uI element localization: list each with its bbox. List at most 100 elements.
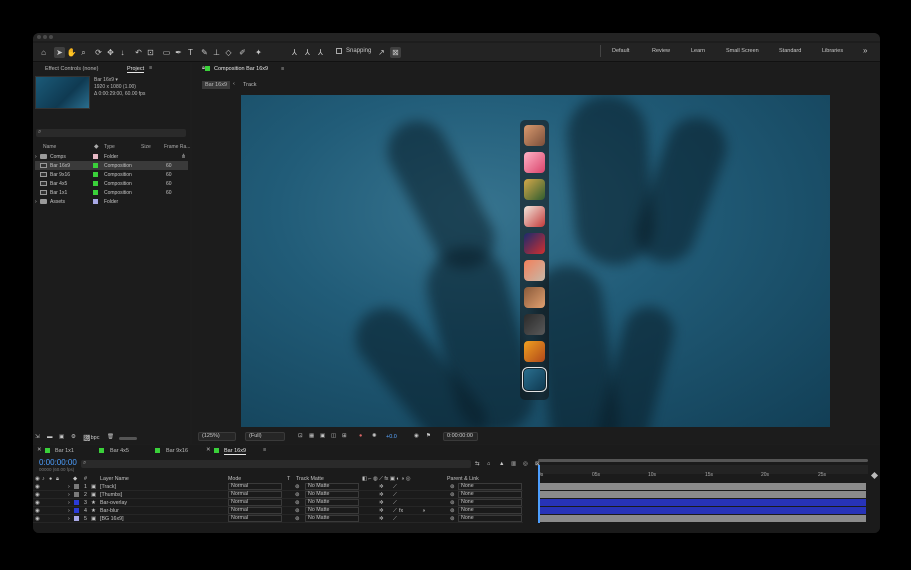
pan-camera-icon[interactable]: ✥ bbox=[105, 47, 116, 58]
solo-switch-icon[interactable]: ● bbox=[49, 476, 52, 482]
snap-features-icon[interactable]: ⊠ bbox=[390, 47, 401, 58]
dock-app-icon[interactable] bbox=[524, 125, 545, 146]
close-tab-icon[interactable]: ✕ bbox=[37, 447, 42, 453]
timeline-tab-bar-1x1[interactable]: Bar 1x1 bbox=[55, 448, 74, 454]
layer-duration-bar[interactable] bbox=[538, 507, 866, 514]
label-tag-icon[interactable]: ◆ bbox=[73, 476, 77, 482]
expand-arrow-icon[interactable]: › bbox=[35, 154, 37, 160]
quality-icon[interactable]: ⟋ bbox=[393, 508, 397, 515]
layer-label-color[interactable] bbox=[74, 492, 79, 497]
panel-menu-icon[interactable]: ≡ bbox=[263, 447, 266, 453]
collapse-icon[interactable]: ✲ bbox=[379, 516, 383, 522]
quality-icon[interactable]: ⟋ bbox=[393, 516, 397, 523]
frame-blending-icon[interactable]: ▥ bbox=[511, 461, 516, 467]
project-item-bar-9x16[interactable]: Bar 9x16 Composition 60 bbox=[35, 170, 188, 179]
roto-brush-tool-icon[interactable]: ✐ bbox=[237, 47, 248, 58]
matte-link-icon[interactable]: ⊚ bbox=[295, 492, 299, 498]
workspace-learn[interactable]: Learn bbox=[691, 48, 705, 54]
interpret-footage-icon[interactable]: ⇲ bbox=[35, 434, 40, 440]
pickwhip-icon[interactable]: ⊚ bbox=[450, 492, 454, 498]
label-color-swatch[interactable] bbox=[93, 172, 98, 177]
video-switch-icon[interactable]: ◉ bbox=[35, 476, 40, 482]
layer-row[interactable]: ◉ › 5 ▣ [BG 16x9] Normal ⊚ No Matte ✲ ⟋ … bbox=[33, 515, 523, 523]
eye-icon[interactable]: ◉ bbox=[35, 500, 40, 506]
fast-previews-icon[interactable]: ⊡ bbox=[298, 433, 303, 439]
switches-header-icon[interactable]: ◧ ⌐ ◍ ⟋ fx ▣ ◐ ◑ ◎ bbox=[362, 476, 410, 483]
collapse-icon[interactable]: ✲ bbox=[379, 508, 383, 514]
minimize-window-button[interactable] bbox=[43, 35, 47, 39]
expand-arrow-icon[interactable]: › bbox=[68, 484, 70, 490]
type-tool-icon[interactable]: T bbox=[185, 47, 196, 58]
track-matte-dropdown[interactable]: No Matte bbox=[305, 491, 359, 498]
rotate-tool-icon[interactable]: ↶ bbox=[133, 47, 144, 58]
timeline-tab-bar-9x16[interactable]: Bar 9x16 bbox=[166, 448, 188, 454]
clone-stamp-tool-icon[interactable]: ⊥ bbox=[211, 47, 222, 58]
adjust-settings-icon[interactable]: ⚙ bbox=[71, 434, 76, 440]
layer-label-color[interactable] bbox=[74, 508, 79, 513]
layer-name[interactable]: [Thumbs] bbox=[100, 492, 122, 498]
project-item-assets[interactable]: › Assets Folder bbox=[35, 197, 188, 206]
fx-icon[interactable]: fx bbox=[399, 508, 403, 514]
timeline-timecode[interactable]: 0:00:00:00 bbox=[39, 458, 77, 467]
new-folder-icon[interactable]: ▬ bbox=[47, 434, 53, 440]
blend-mode-dropdown[interactable]: Normal bbox=[228, 491, 282, 498]
dolly-camera-icon[interactable]: ↓ bbox=[117, 47, 128, 58]
track-matte-dropdown[interactable]: No Matte bbox=[305, 483, 359, 490]
parent-dropdown[interactable]: None bbox=[458, 507, 522, 514]
dock-app-icon[interactable] bbox=[524, 206, 545, 227]
timeline-tab-bar-16x9[interactable]: Bar 16x9 bbox=[224, 448, 247, 455]
comp-mini-flowchart-icon[interactable]: ⇆ bbox=[475, 461, 480, 467]
column-type[interactable]: Type bbox=[104, 144, 115, 150]
magnification-dropdown[interactable]: (125%) bbox=[198, 432, 236, 441]
world-axis-icon[interactable]: ⅄ bbox=[302, 47, 313, 58]
label-color-swatch[interactable] bbox=[93, 190, 98, 195]
expand-arrow-icon[interactable]: › bbox=[35, 199, 37, 205]
dock-app-icon[interactable] bbox=[524, 287, 545, 308]
blend-mode-dropdown[interactable]: Normal bbox=[228, 515, 282, 522]
breadcrumb-bar-16x9[interactable]: Bar 16x9 bbox=[202, 81, 231, 89]
collapse-icon[interactable]: ✲ bbox=[379, 492, 383, 498]
parent-dropdown[interactable]: None bbox=[458, 491, 522, 498]
layer-row[interactable]: ◉ › 2 ▣ [Thumbs] Normal ⊚ No Matte ✲ ⟋ ⊚… bbox=[33, 491, 523, 499]
quality-icon[interactable]: ⟋ bbox=[393, 484, 397, 491]
hand-tool-icon[interactable]: ✋ bbox=[66, 47, 77, 58]
header-t[interactable]: T bbox=[287, 476, 290, 482]
workspace-review[interactable]: Review bbox=[652, 48, 670, 54]
layer-label-color[interactable] bbox=[74, 484, 79, 489]
expand-arrow-icon[interactable]: › bbox=[68, 508, 70, 514]
resolution-dropdown[interactable]: (Full) bbox=[245, 432, 285, 441]
track-matte-dropdown[interactable]: No Matte bbox=[305, 515, 359, 522]
audio-switch-icon[interactable]: ♪ bbox=[42, 476, 45, 482]
transparency-grid-icon[interactable]: ▦ bbox=[309, 433, 314, 439]
dock-app-icon[interactable] bbox=[522, 367, 547, 392]
expand-arrow-icon[interactable]: › bbox=[68, 492, 70, 498]
matte-link-icon[interactable]: ⊚ bbox=[295, 500, 299, 506]
project-item-bar-16x9[interactable]: Bar 16x9 Composition 60 bbox=[35, 161, 188, 170]
project-item-bar-1x1[interactable]: Bar 1x1 Composition 60 bbox=[35, 188, 188, 197]
orbit-camera-icon[interactable]: ⟳ bbox=[93, 47, 104, 58]
project-item-comps[interactable]: › Comps Folder bbox=[35, 152, 188, 161]
matte-link-icon[interactable]: ⊚ bbox=[295, 484, 299, 490]
selected-item-name[interactable]: Bar 16x9 ▾ bbox=[94, 77, 118, 83]
composition-tab-label[interactable]: Composition Bar 16x9 bbox=[214, 66, 268, 72]
home-icon[interactable]: ⌂ bbox=[38, 47, 49, 58]
label-tag-icon[interactable]: ◆ bbox=[94, 143, 99, 150]
label-color-swatch[interactable] bbox=[93, 154, 98, 159]
draft-3d-icon[interactable]: ⌂ bbox=[487, 461, 490, 467]
dock-app-icon[interactable] bbox=[524, 341, 545, 362]
parent-dropdown[interactable]: None bbox=[458, 515, 522, 522]
color-management-icon[interactable]: ✺ bbox=[372, 433, 377, 439]
selection-tool-icon[interactable]: ➤ bbox=[54, 47, 65, 58]
blend-mode-dropdown[interactable]: Normal bbox=[228, 507, 282, 514]
layer-label-color[interactable] bbox=[74, 516, 79, 521]
panel-menu-icon[interactable]: ≡ bbox=[281, 66, 284, 72]
header-parent-link[interactable]: Parent & Link bbox=[447, 476, 479, 482]
header-track-matte[interactable]: Track Matte bbox=[296, 476, 324, 482]
view-axis-icon[interactable]: ⅄ bbox=[315, 47, 326, 58]
dock-app-icon[interactable] bbox=[524, 233, 545, 254]
eye-icon[interactable]: ◉ bbox=[35, 492, 40, 498]
layer-duration-bar[interactable] bbox=[538, 483, 866, 490]
collapse-icon[interactable]: ✲ bbox=[379, 484, 383, 490]
header-mode[interactable]: Mode bbox=[228, 476, 241, 482]
pickwhip-icon[interactable]: ⊚ bbox=[450, 500, 454, 506]
